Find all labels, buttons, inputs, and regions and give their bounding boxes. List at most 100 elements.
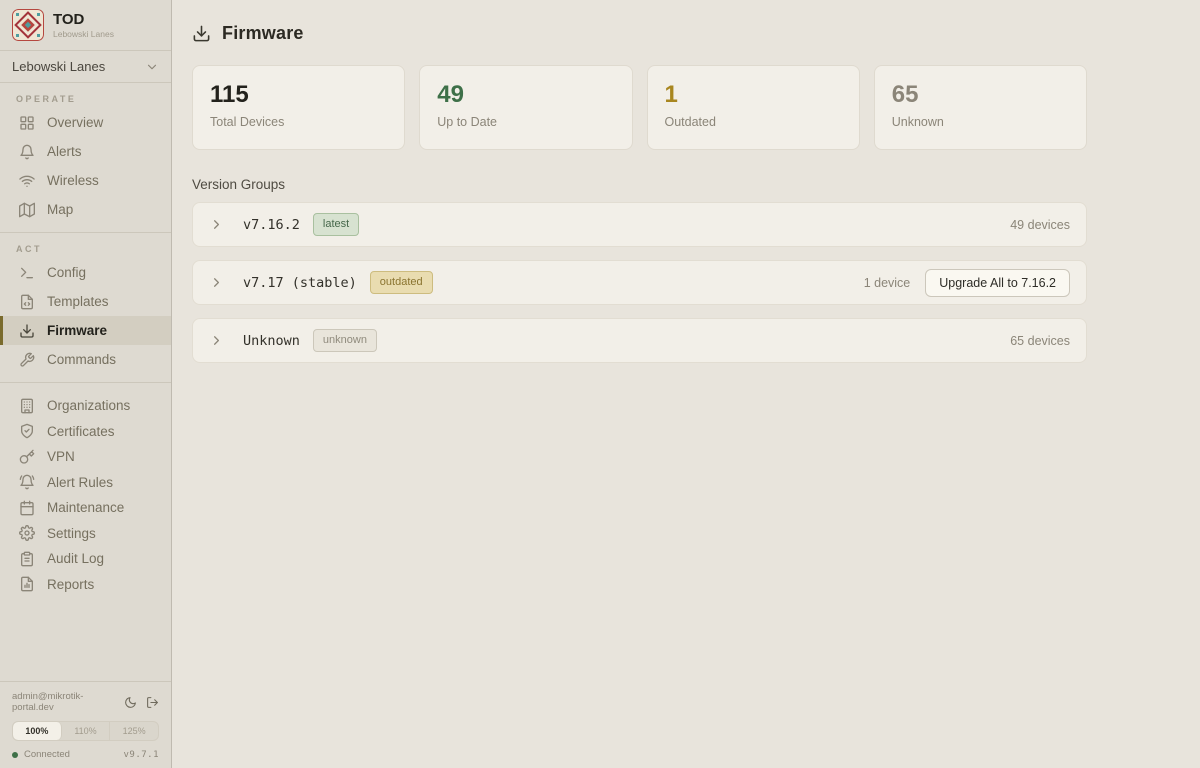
sidebar-item-reports[interactable]: Reports [0, 572, 171, 598]
download-icon [192, 24, 211, 43]
upgrade-all-button[interactable]: Upgrade All to 7.16.2 [925, 269, 1070, 297]
sidebar-item-audit-log[interactable]: Audit Log [0, 546, 171, 572]
stat-value: 115 [210, 81, 387, 110]
version-groups-list: v7.16.2 latest 49 devices v7.17 (stable)… [192, 202, 1087, 363]
key-icon [19, 449, 35, 465]
download-icon [19, 323, 35, 339]
connection-status-dot [12, 752, 18, 758]
stat-card-total-devices: 115 Total Devices [192, 65, 405, 150]
nav-group-operate: Overview Alerts Wireless Map [0, 108, 171, 232]
wifi-icon [19, 173, 35, 189]
sidebar-item-label: Overview [47, 115, 103, 130]
zoom-option-125[interactable]: 125% [110, 722, 158, 740]
zoom-option-100[interactable]: 100% [13, 722, 62, 740]
version-group-row[interactable]: Unknown unknown 65 devices [192, 318, 1087, 363]
sidebar-item-organizations[interactable]: Organizations [0, 393, 171, 419]
sidebar-item-config[interactable]: Config [0, 258, 171, 287]
ui-zoom-control: 100% 110% 125% [12, 721, 159, 741]
page-title: Firmware [222, 23, 304, 44]
sidebar-item-templates[interactable]: Templates [0, 287, 171, 316]
map-icon [19, 202, 35, 218]
sidebar-item-label: Commands [47, 352, 116, 367]
stat-label: Total Devices [210, 115, 387, 129]
app-logo: TOD Lebowski Lanes [0, 0, 171, 50]
sidebar-item-wireless[interactable]: Wireless [0, 166, 171, 195]
stat-value: 65 [892, 81, 1069, 110]
org-selector-value: Lebowski Lanes [12, 59, 105, 74]
section-label-act: ACT [0, 233, 171, 258]
sidebar-item-alert-rules[interactable]: Alert Rules [0, 470, 171, 496]
status-badge: outdated [370, 271, 433, 293]
sidebar-item-label: Firmware [47, 323, 107, 338]
app-version: v9.7.1 [123, 750, 159, 760]
sidebar-item-label: Settings [47, 526, 96, 541]
clipboard-icon [19, 551, 35, 567]
user-email: admin@mikrotik-portal.dev [12, 691, 115, 713]
sidebar-item-commands[interactable]: Commands [0, 345, 171, 374]
stat-label: Outdated [665, 115, 842, 129]
section-label-operate: OPERATE [0, 83, 171, 108]
version-group-row[interactable]: v7.16.2 latest 49 devices [192, 202, 1087, 247]
sidebar-item-label: Organizations [47, 398, 130, 413]
file-code-icon [19, 294, 35, 310]
stat-label: Unknown [892, 115, 1069, 129]
sidebar-item-maintenance[interactable]: Maintenance [0, 495, 171, 521]
sidebar-item-label: Map [47, 202, 73, 217]
version-groups-heading: Version Groups [192, 177, 1087, 192]
sidebar-item-settings[interactable]: Settings [0, 521, 171, 547]
status-badge: unknown [313, 329, 377, 351]
chevron-right-icon[interactable] [209, 275, 224, 290]
stat-label: Up to Date [437, 115, 614, 129]
building-icon [19, 398, 35, 414]
sidebar-item-label: Audit Log [47, 551, 104, 566]
sidebar-item-label: Wireless [47, 173, 99, 188]
device-count: 1 device [864, 276, 911, 290]
version-label: Unknown [243, 333, 300, 349]
chevron-right-icon[interactable] [209, 333, 224, 348]
tribal-diamond-logo-icon [12, 9, 44, 41]
device-count: 65 devices [1010, 334, 1070, 348]
stat-value: 49 [437, 81, 614, 110]
bell-ring-icon [19, 474, 35, 490]
sidebar: TOD Lebowski Lanes Lebowski Lanes OPERAT… [0, 0, 172, 768]
chevron-down-icon [145, 60, 159, 74]
stat-value: 1 [665, 81, 842, 110]
sidebar-item-firmware[interactable]: Firmware [0, 316, 171, 345]
sidebar-item-label: Templates [47, 294, 109, 309]
app-title: TOD [53, 11, 114, 28]
nav-group-admin: Organizations Certificates VPN Alert Rul… [0, 383, 171, 605]
version-group-row[interactable]: v7.17 (stable) outdated 1 device Upgrade… [192, 260, 1087, 305]
version-label: v7.17 (stable) [243, 275, 357, 291]
version-label: v7.16.2 [243, 217, 300, 233]
sidebar-item-label: Certificates [47, 424, 115, 439]
sidebar-item-map[interactable]: Map [0, 195, 171, 224]
status-badge: latest [313, 213, 359, 235]
sidebar-item-overview[interactable]: Overview [0, 108, 171, 137]
device-count: 49 devices [1010, 218, 1070, 232]
org-selector[interactable]: Lebowski Lanes [0, 51, 171, 82]
moon-icon[interactable] [124, 696, 137, 709]
gear-icon [19, 525, 35, 541]
nav-group-act: Config Templates Firmware Commands [0, 258, 171, 382]
sidebar-item-label: Reports [47, 577, 94, 592]
terminal-icon [19, 265, 35, 281]
sidebar-footer: admin@mikrotik-portal.dev 100% 110% 125%… [0, 681, 171, 768]
sidebar-item-label: VPN [47, 449, 75, 464]
calendar-icon [19, 500, 35, 516]
stats-grid: 115 Total Devices 49 Up to Date 1 Outdat… [192, 65, 1087, 150]
stat-card-outdated: 1 Outdated [647, 65, 860, 150]
sidebar-item-alerts[interactable]: Alerts [0, 137, 171, 166]
sidebar-item-vpn[interactable]: VPN [0, 444, 171, 470]
file-chart-icon [19, 576, 35, 592]
sidebar-item-certificates[interactable]: Certificates [0, 419, 171, 445]
sidebar-item-label: Maintenance [47, 500, 124, 515]
page-header: Firmware [192, 23, 1087, 44]
chevron-right-icon[interactable] [209, 217, 224, 232]
sidebar-item-label: Config [47, 265, 86, 280]
zoom-option-110[interactable]: 110% [62, 722, 111, 740]
logout-icon[interactable] [146, 696, 159, 709]
sidebar-item-label: Alerts [47, 144, 82, 159]
shield-check-icon [19, 423, 35, 439]
main-content: Firmware 115 Total Devices 49 Up to Date… [172, 0, 1200, 768]
grid-icon [19, 115, 35, 131]
